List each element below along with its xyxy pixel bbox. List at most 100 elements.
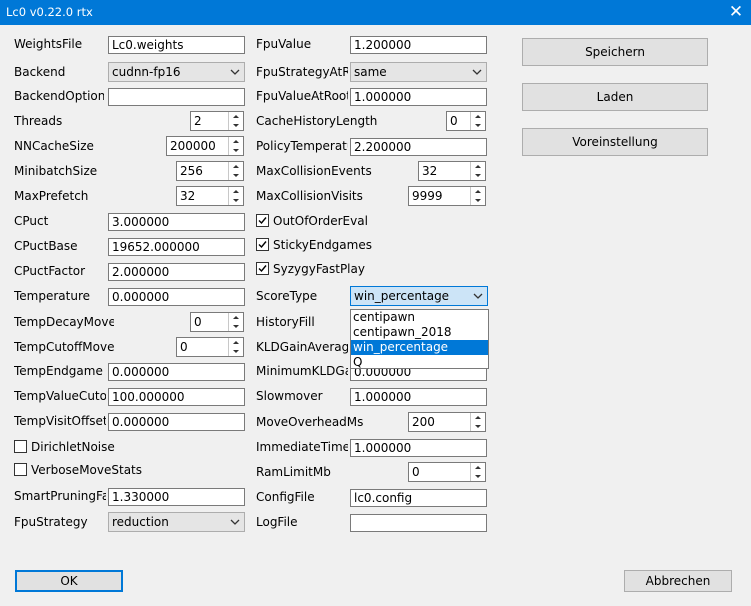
- moveoverheadms-stepper[interactable]: 200: [408, 412, 486, 432]
- checkmark-icon: [256, 262, 269, 275]
- backend-value: cudnn-fp16: [112, 65, 181, 79]
- spin-up-icon[interactable]: [229, 112, 243, 121]
- outofordereval-label: OutOfOrderEval: [273, 214, 368, 228]
- maxcollisionvisits-stepper[interactable]: 9999: [408, 186, 486, 206]
- fpuvalueatroot-input[interactable]: 1.000000: [350, 88, 487, 106]
- spin-down-icon[interactable]: [229, 322, 243, 331]
- spin-up-icon[interactable]: [229, 162, 243, 171]
- spin-up-icon[interactable]: [229, 137, 243, 146]
- maxcollisionevents-stepper[interactable]: 32: [418, 161, 486, 181]
- temperature-input[interactable]: 0.000000: [108, 288, 245, 306]
- spin-down-icon[interactable]: [471, 422, 485, 431]
- nncachesize-label: NNCacheSize: [14, 139, 94, 153]
- temperature-label: Temperature: [14, 289, 91, 303]
- threads-value: 2: [194, 114, 202, 128]
- spin-down-icon[interactable]: [471, 171, 485, 180]
- ok-button[interactable]: OK: [15, 570, 123, 592]
- historyfill-label: HistoryFill: [256, 315, 315, 329]
- fpuvalue-input[interactable]: 1.200000: [350, 36, 487, 54]
- spin-down-icon[interactable]: [471, 472, 485, 481]
- tempendgame-input[interactable]: 0.000000: [108, 363, 245, 381]
- fpustrategyatroot-label: FpuStrategyAtRoo: [256, 65, 348, 79]
- option-win-percentage[interactable]: win_percentage: [351, 340, 488, 355]
- nncachesize-stepper[interactable]: 200000: [166, 136, 244, 156]
- cachehistorylength-label: CacheHistoryLength: [256, 114, 378, 128]
- tempdecaymoves-stepper[interactable]: 0: [190, 312, 244, 332]
- weightsfile-label: WeightsFile: [14, 37, 83, 51]
- cpuct-label: CPuct: [14, 214, 49, 228]
- save-button[interactable]: Speichern: [522, 38, 708, 66]
- tempdecaymoves-label: TempDecayMoves: [14, 315, 114, 329]
- title-bar: Lc0 v0.22.0 rtx ✕: [0, 0, 751, 25]
- verbosemovestats-label: VerboseMoveStats: [31, 463, 142, 477]
- maxprefetch-stepper[interactable]: 32: [176, 186, 244, 206]
- logfile-input[interactable]: [350, 514, 487, 532]
- policytemperature-input[interactable]: 2.200000: [350, 138, 487, 156]
- verbosemovestats-checkbox[interactable]: VerboseMoveStats: [14, 461, 144, 479]
- close-icon[interactable]: ✕: [721, 0, 751, 25]
- outofordereval-checkbox[interactable]: OutOfOrderEval: [256, 212, 386, 230]
- fpustrategyatroot-select[interactable]: same: [350, 62, 487, 82]
- ramlimitmb-value: 0: [412, 465, 420, 479]
- spin-down-icon[interactable]: [229, 146, 243, 155]
- weightsfile-input[interactable]: Lc0.weights: [108, 36, 245, 54]
- option-centipawn[interactable]: centipawn: [351, 310, 488, 325]
- dirichletnoise-checkbox[interactable]: DirichletNoise: [14, 438, 134, 456]
- option-q[interactable]: Q: [351, 355, 488, 370]
- minibatchsize-stepper[interactable]: 256: [176, 161, 244, 181]
- tempcutoffmove-stepper[interactable]: 0: [176, 337, 244, 357]
- cpuctfactor-input[interactable]: 2.000000: [108, 263, 245, 281]
- scoretype-select[interactable]: win_percentage: [350, 286, 488, 306]
- cpuctbase-label: CPuctBase: [14, 239, 78, 253]
- cpuctbase-input[interactable]: 19652.000000: [108, 238, 245, 256]
- cpuctfactor-label: CPuctFactor: [14, 264, 86, 278]
- spin-down-icon[interactable]: [229, 171, 243, 180]
- minibatchsize-label: MinibatchSize: [14, 164, 98, 178]
- fpustrategyatroot-value: same: [354, 65, 387, 79]
- spin-up-icon[interactable]: [471, 463, 485, 472]
- threads-label: Threads: [14, 114, 63, 128]
- tempcutoffmove-value: 0: [180, 340, 188, 354]
- spin-down-icon[interactable]: [471, 196, 485, 205]
- smartpruningfac-input[interactable]: 1.330000: [108, 488, 245, 506]
- fpuvalueatroot-label: FpuValueAtRoot: [256, 89, 348, 103]
- checkbox-unchecked-icon: [14, 440, 27, 453]
- cpuct-input[interactable]: 3.000000: [108, 213, 245, 231]
- checkmark-icon: [256, 238, 269, 251]
- spin-up-icon[interactable]: [471, 187, 485, 196]
- backend-select[interactable]: cudnn-fp16: [108, 62, 245, 82]
- spin-up-icon[interactable]: [471, 112, 485, 121]
- ramlimitmb-stepper[interactable]: 0: [408, 462, 486, 482]
- configfile-input[interactable]: lc0.config: [350, 489, 487, 507]
- stickyendgames-checkbox[interactable]: StickyEndgames: [256, 236, 386, 254]
- spin-up-icon[interactable]: [229, 338, 243, 347]
- tempvisitoffset-input[interactable]: 0.000000: [108, 413, 245, 431]
- spin-up-icon[interactable]: [229, 313, 243, 322]
- cancel-button[interactable]: Abbrechen: [624, 570, 732, 592]
- fpustrategy-label: FpuStrategy: [14, 515, 88, 529]
- spin-down-icon[interactable]: [229, 196, 243, 205]
- fpustrategy-select[interactable]: reduction: [108, 512, 245, 532]
- maxcollisionevents-label: MaxCollisionEvents: [256, 164, 372, 178]
- fpuvalue-label: FpuValue: [256, 37, 312, 51]
- immediatetime-label: ImmediateTimeU: [256, 440, 348, 454]
- syzygyfastplay-checkbox[interactable]: SyzygyFastPlay: [256, 260, 386, 278]
- tempvaluecutoff-input[interactable]: 100.000000: [108, 388, 245, 406]
- cachehistorylength-stepper[interactable]: 0: [446, 111, 486, 131]
- immediatetime-input[interactable]: 1.000000: [350, 439, 487, 457]
- preset-button[interactable]: Voreinstellung: [522, 128, 708, 156]
- backendoptions-input[interactable]: [108, 88, 245, 106]
- spin-up-icon[interactable]: [471, 162, 485, 171]
- slowmover-input[interactable]: 1.000000: [350, 388, 487, 406]
- option-centipawn-2018[interactable]: centipawn_2018: [351, 325, 488, 340]
- minibatchsize-value: 256: [180, 164, 203, 178]
- spin-down-icon[interactable]: [229, 121, 243, 130]
- spin-down-icon[interactable]: [471, 121, 485, 130]
- load-button[interactable]: Laden: [522, 83, 708, 111]
- threads-stepper[interactable]: 2: [190, 111, 244, 131]
- spin-up-icon[interactable]: [471, 413, 485, 422]
- maxprefetch-value: 32: [180, 189, 196, 203]
- tempvisitoffset-label: TempVisitOffset: [14, 414, 106, 428]
- spin-down-icon[interactable]: [229, 347, 243, 356]
- spin-up-icon[interactable]: [229, 187, 243, 196]
